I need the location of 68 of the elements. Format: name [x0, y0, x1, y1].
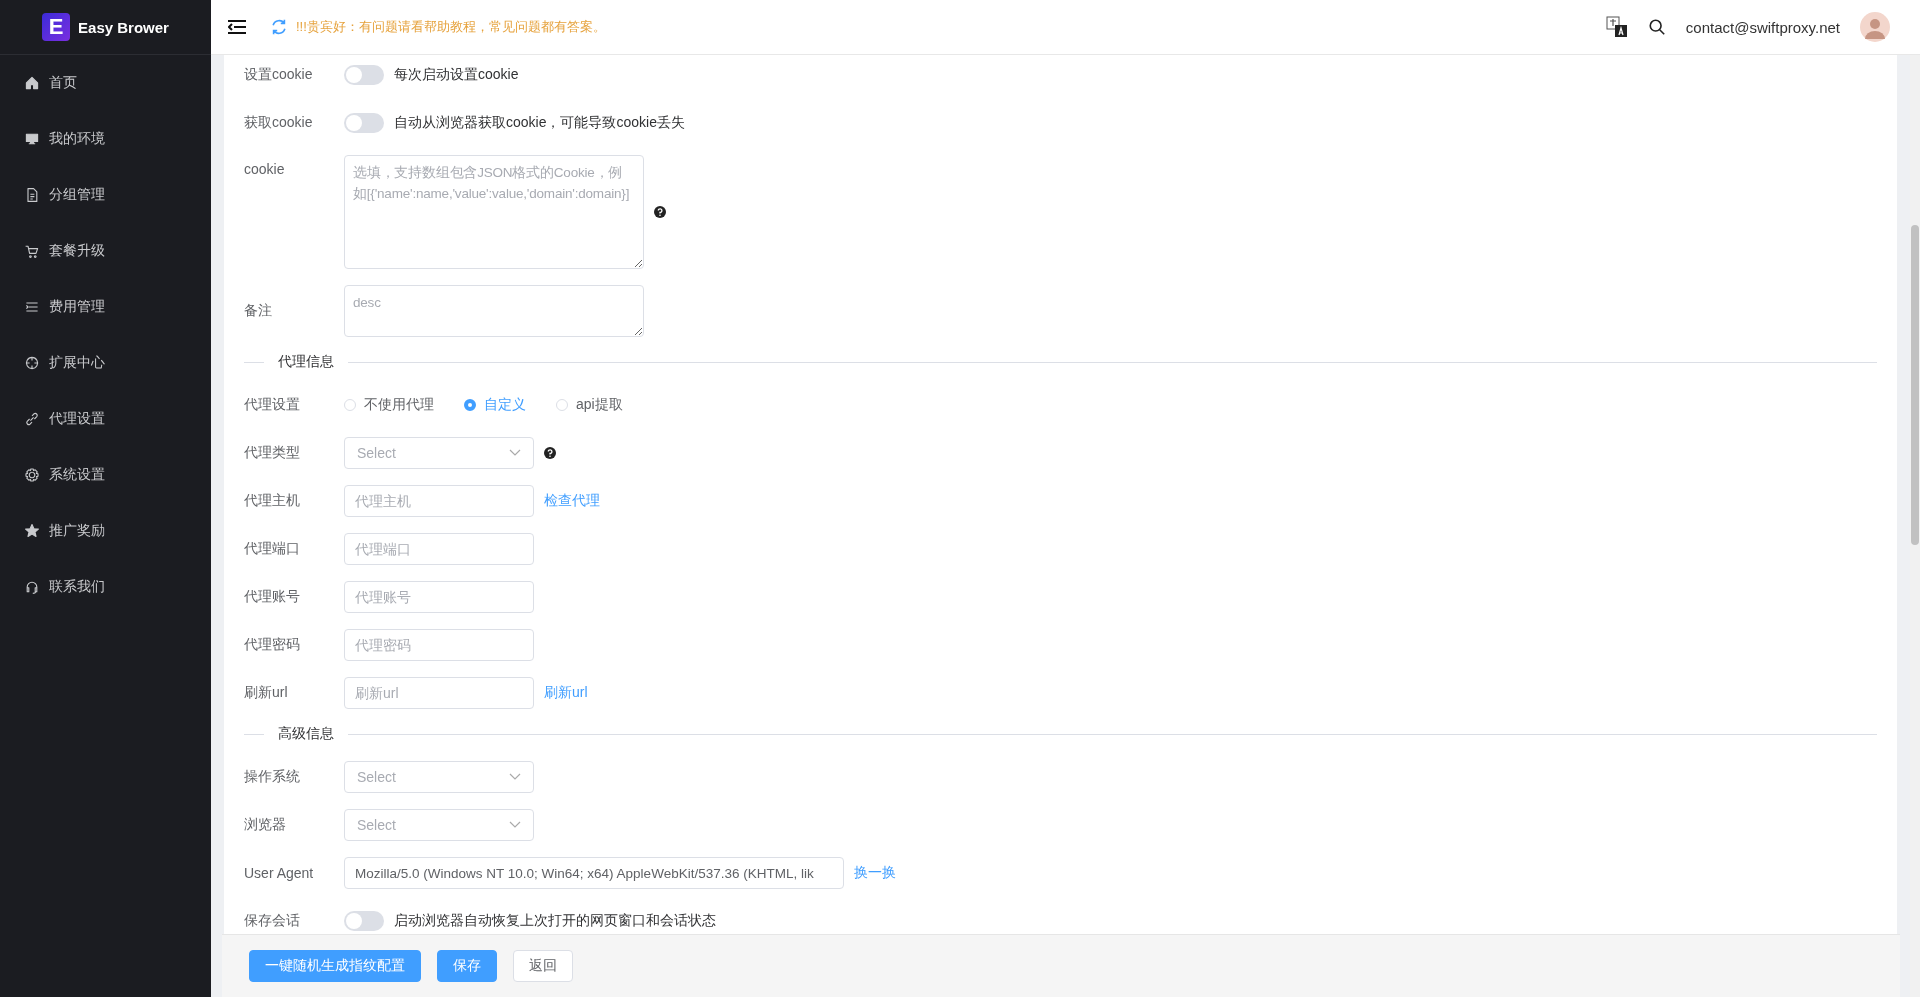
sidebar-item[interactable]: 扩展中心: [0, 335, 211, 391]
sidebar-item[interactable]: 套餐升级: [0, 223, 211, 279]
sidebar-item[interactable]: 代理设置: [0, 391, 211, 447]
sidebar-item[interactable]: 费用管理: [0, 279, 211, 335]
field-label: 获取cookie: [244, 114, 314, 132]
input-field[interactable]: 代理密码: [344, 629, 534, 661]
switch-description: 每次启动设置cookie: [394, 66, 519, 84]
field-label: cookie: [244, 160, 286, 177]
field-label: 设置cookie: [244, 66, 314, 84]
input-field[interactable]: 刷新url: [344, 677, 534, 709]
text-area[interactable]: 选填，支持数组包含JSON格式的Cookie，例如[{'name':name,'value':value,'domain':domain}]: [344, 155, 644, 269]
toggle-switch[interactable]: [344, 113, 384, 133]
sidebar-item[interactable]: 首页: [0, 55, 211, 111]
link-icon: [24, 411, 40, 427]
search-icon[interactable]: [1647, 18, 1666, 36]
help-icon[interactable]: [544, 447, 556, 459]
list-icon: [24, 299, 40, 315]
sidebar-item[interactable]: 联系我们: [0, 559, 211, 615]
account-email[interactable]: contact@swiftproxy.net: [1685, 18, 1840, 36]
help-icon[interactable]: [654, 206, 666, 218]
cart-icon: [24, 243, 40, 259]
field-label: 刷新url: [244, 684, 289, 702]
radio-option[interactable]: 不使用代理: [344, 396, 434, 414]
section-title: 代理信息: [278, 353, 334, 371]
field-label: User Agent: [244, 865, 315, 881]
notice-text: !!!贵宾好：有问题请看帮助教程，常见问题都有答案。: [296, 18, 606, 36]
section-title: 高级信息: [278, 725, 334, 743]
logo-icon: E: [42, 13, 71, 41]
radio-option[interactable]: api提取: [556, 396, 623, 414]
crosshair-icon: [24, 355, 40, 371]
toggle-switch[interactable]: [344, 65, 384, 85]
monitor-icon: [24, 131, 40, 147]
star-icon: [24, 523, 40, 539]
field-label: 代理密码: [244, 636, 301, 654]
input-field[interactable]: 代理账号: [344, 581, 534, 613]
refresh-icon[interactable]: [270, 18, 288, 36]
field-label: 代理设置: [244, 396, 301, 414]
brand-name: Easy Brower: [78, 18, 169, 36]
chevron-down-icon: [509, 449, 521, 457]
switch-description: 自动从浏览器获取cookie，可能导致cookie丢失: [394, 114, 685, 132]
field-label: 浏览器: [244, 816, 287, 834]
headset-icon: [24, 579, 40, 595]
field-label: 代理类型: [244, 444, 301, 462]
field-label: 代理账号: [244, 588, 301, 606]
sidebar-item[interactable]: 系统设置: [0, 447, 211, 503]
translate-icon[interactable]: [1605, 16, 1628, 38]
sidebar-item[interactable]: 我的环境: [0, 111, 211, 167]
menu-icon[interactable]: [228, 18, 246, 36]
action-button[interactable]: 返回: [513, 950, 573, 982]
field-label: 代理端口: [244, 540, 301, 558]
field-label: 保存会话: [244, 912, 301, 930]
settings-icon: [24, 467, 40, 483]
input-field[interactable]: Mozilla/5.0 (Windows NT 10.0; Win64; x64) AppleWebKit/537.36 (KHTML, lik: [344, 857, 844, 889]
input-field[interactable]: 代理主机: [344, 485, 534, 517]
sidebar-item[interactable]: 分组管理: [0, 167, 211, 223]
input-field[interactable]: 代理端口: [344, 533, 534, 565]
avatar-icon[interactable]: [1860, 12, 1890, 42]
sidebar-item[interactable]: 推广奖励: [0, 503, 211, 559]
chevron-down-icon: [509, 821, 521, 829]
switch-description: 启动浏览器自动恢复上次打开的网页窗口和会话状态: [394, 912, 716, 930]
field-label: 备注: [244, 302, 273, 320]
text-area[interactable]: desc: [344, 285, 644, 337]
chevron-down-icon: [509, 773, 521, 781]
field-label: 代理主机: [244, 492, 301, 510]
toggle-switch[interactable]: [344, 911, 384, 931]
field-label: 操作系统: [244, 768, 301, 786]
document-icon: [24, 187, 40, 203]
home-icon: [24, 75, 40, 91]
